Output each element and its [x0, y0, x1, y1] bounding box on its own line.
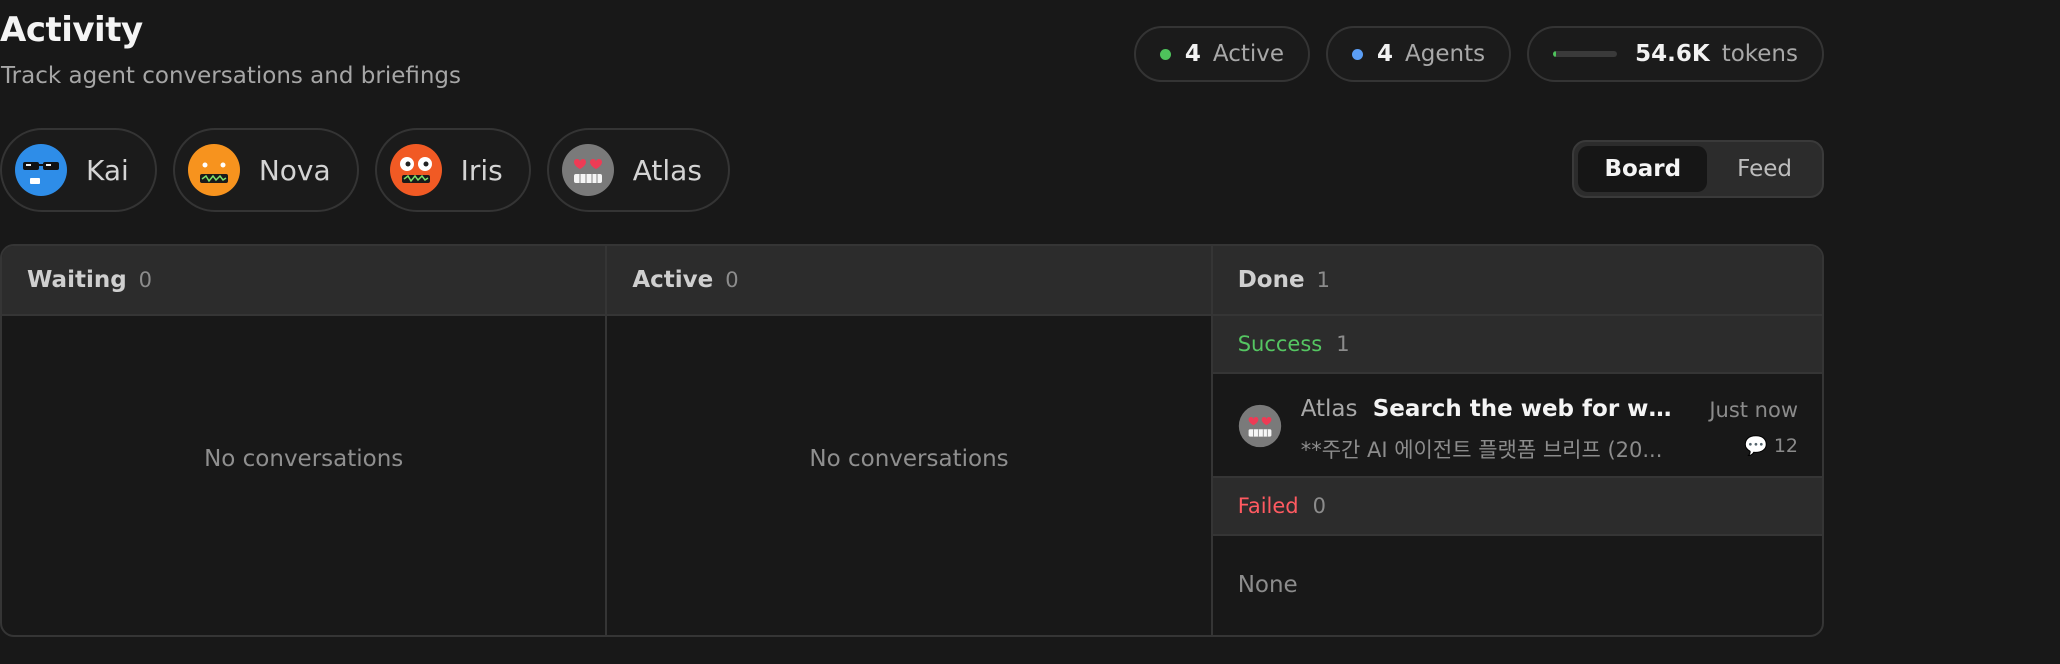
agent-name: Nova: [258, 153, 331, 187]
column-waiting: Waiting 0 No conversations: [2, 246, 608, 635]
agent-name: Atlas: [632, 153, 702, 187]
failed-count: 0: [1312, 494, 1327, 518]
view-toggle: Board Feed: [1572, 140, 1824, 198]
page-subtitle: Track agent conversations and briefings: [1, 63, 462, 89]
active-label: Active: [1212, 41, 1285, 67]
column-done: Done 1 Success 1 Atlas Search the web fo…: [1212, 246, 1822, 635]
agent-name: Iris: [460, 153, 503, 187]
activity-page: Activity Track agent conversations and b…: [0, 0, 2060, 664]
stats-bar: 4 Active 4 Agents 54.6K tokens: [1133, 26, 1824, 82]
kanban-board: Waiting 0 No conversations Active 0 No c…: [0, 244, 1824, 637]
column-title: Done: [1237, 267, 1305, 293]
success-group-header: Success 1: [1212, 316, 1822, 374]
failed-label: Failed: [1237, 494, 1299, 518]
conversation-time: Just now: [1709, 398, 1798, 422]
message-count: 💬 12: [1744, 434, 1798, 458]
token-usage-fill: [1553, 51, 1557, 57]
heart-eyes-robot-icon: [561, 143, 615, 197]
board-view-button[interactable]: Board: [1578, 146, 1708, 192]
column-header: Done 1: [1212, 246, 1822, 316]
agents-count: 4: [1377, 41, 1394, 67]
orange-robot-face-icon: [187, 143, 241, 197]
column-title: Waiting: [27, 267, 127, 293]
column-title: Active: [632, 267, 714, 293]
conversation-agent: Atlas: [1300, 396, 1358, 422]
agents-count-pill: 4 Agents: [1326, 26, 1512, 82]
column-count: 0: [138, 268, 153, 292]
agent-chip-atlas[interactable]: Atlas: [546, 128, 730, 212]
conversation-preview: **주간 AI 에이전트 플랫폼 브리프 (20...: [1300, 438, 1663, 462]
column-header: Active 0: [607, 246, 1211, 316]
column-count: 0: [725, 268, 739, 292]
sunglasses-face-icon: [14, 143, 68, 197]
agent-chip-nova[interactable]: Nova: [172, 128, 359, 212]
agents-dot-icon: [1352, 48, 1364, 60]
failed-empty-state: None: [1237, 572, 1298, 598]
message-count-value: 12: [1773, 434, 1798, 457]
active-dot-icon: [1159, 48, 1171, 60]
empty-state: No conversations: [809, 446, 1009, 472]
success-label: Success: [1237, 332, 1323, 356]
agent-chips: Kai Nova Iris Atlas: [0, 128, 730, 212]
chat-bubble-icon: 💬: [1744, 435, 1768, 457]
column-count: 1: [1316, 268, 1330, 292]
agent-name: Kai: [86, 153, 129, 187]
conversation-title: Search the web for what ...: [1372, 396, 1673, 422]
column-active: Active 0 No conversations: [607, 246, 1213, 635]
dizzy-face-icon: [389, 143, 443, 197]
success-count: 1: [1336, 332, 1350, 356]
agent-chip-kai[interactable]: Kai: [0, 128, 157, 212]
page-title: Activity: [0, 10, 143, 50]
conversation-card[interactable]: Atlas Search the web for what ... Just n…: [1212, 374, 1822, 478]
feed-view-button[interactable]: Feed: [1711, 146, 1818, 192]
agents-label: Agents: [1405, 41, 1486, 67]
tokens-label: tokens: [1721, 41, 1798, 67]
tokens-pill: 54.6K tokens: [1527, 26, 1824, 82]
agent-chip-iris[interactable]: Iris: [374, 128, 531, 212]
column-header: Waiting 0: [2, 246, 606, 316]
token-usage-bar: [1553, 51, 1618, 57]
empty-state: No conversations: [204, 446, 404, 472]
failed-group-header: Failed 0: [1212, 478, 1822, 536]
tokens-count: 54.6K: [1635, 41, 1710, 67]
active-count: 4: [1184, 41, 1201, 67]
heart-eyes-robot-icon: [1238, 404, 1282, 448]
active-count-pill: 4 Active: [1133, 26, 1311, 82]
